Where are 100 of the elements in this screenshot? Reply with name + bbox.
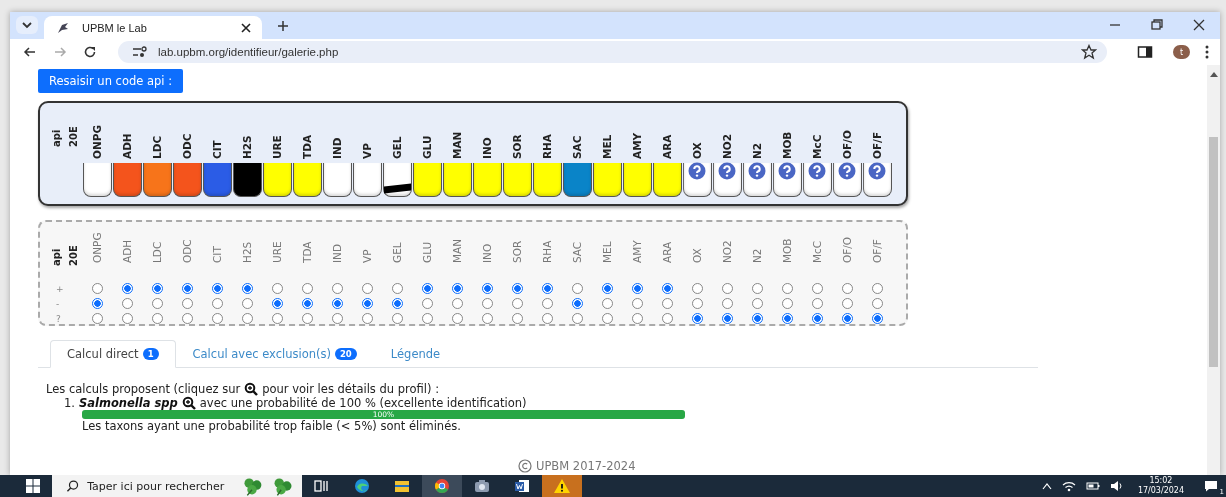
clock-date[interactable]: 17/03/2024 bbox=[1137, 486, 1184, 496]
warning-icon[interactable] bbox=[553, 477, 571, 495]
taxon-link[interactable]: Salmonella spp bbox=[79, 396, 178, 410]
radio-button[interactable] bbox=[721, 283, 733, 294]
radio-button[interactable] bbox=[541, 283, 553, 294]
radio-button[interactable] bbox=[241, 283, 253, 294]
radio-button[interactable] bbox=[751, 313, 763, 324]
radio-button[interactable] bbox=[751, 298, 763, 309]
side-panel-icon[interactable] bbox=[1137, 45, 1153, 59]
radio-button[interactable] bbox=[421, 313, 433, 324]
radio-button[interactable] bbox=[601, 313, 613, 324]
radio-button[interactable] bbox=[151, 313, 163, 324]
radio-button[interactable] bbox=[511, 283, 523, 294]
radio-button[interactable] bbox=[481, 283, 493, 294]
radio-button[interactable] bbox=[691, 298, 703, 309]
scrollbar[interactable] bbox=[1207, 65, 1220, 475]
radio-button[interactable] bbox=[91, 283, 103, 294]
search-field[interactable]: Taper ici pour rechercher bbox=[85, 478, 231, 494]
browser-wave-icon[interactable] bbox=[353, 477, 371, 495]
radio-button[interactable] bbox=[781, 298, 793, 309]
radio-button[interactable] bbox=[451, 283, 463, 294]
radio-button[interactable] bbox=[181, 283, 193, 294]
tab-list-icon[interactable] bbox=[16, 16, 38, 34]
radio-button[interactable] bbox=[271, 313, 283, 324]
radio-button[interactable] bbox=[661, 313, 673, 324]
reenter-button[interactable]: Resaisir un code api : bbox=[38, 69, 184, 93]
radio-button[interactable] bbox=[781, 313, 793, 324]
radio-button[interactable] bbox=[541, 313, 553, 324]
profile-avatar[interactable]: t bbox=[1173, 45, 1190, 59]
site-settings-icon[interactable] bbox=[132, 46, 148, 58]
radio-button[interactable] bbox=[661, 298, 673, 309]
radio-button[interactable] bbox=[841, 283, 853, 294]
radio-button[interactable] bbox=[691, 283, 703, 294]
radio-button[interactable] bbox=[211, 283, 223, 294]
address-bar[interactable]: lab.upbm.org/identifieur/galerie.php bbox=[118, 41, 1107, 63]
radio-button[interactable] bbox=[721, 298, 733, 309]
radio-button[interactable] bbox=[241, 313, 253, 324]
camera-icon[interactable] bbox=[473, 477, 491, 495]
new-tab-icon[interactable] bbox=[276, 19, 290, 33]
radio-button[interactable] bbox=[91, 298, 103, 309]
radio-button[interactable] bbox=[751, 283, 763, 294]
radio-button[interactable] bbox=[301, 298, 313, 309]
radio-button[interactable] bbox=[481, 313, 493, 324]
radio-button[interactable] bbox=[361, 283, 373, 294]
radio-button[interactable] bbox=[91, 313, 103, 324]
radio-button[interactable] bbox=[871, 283, 883, 294]
radio-button[interactable] bbox=[481, 298, 493, 309]
radio-button[interactable] bbox=[811, 313, 823, 324]
radio-button[interactable] bbox=[781, 283, 793, 294]
radio-button[interactable] bbox=[661, 283, 673, 294]
radio-button[interactable] bbox=[361, 298, 373, 309]
radio-button[interactable] bbox=[121, 298, 133, 309]
radio-button[interactable] bbox=[631, 283, 643, 294]
radio-button[interactable] bbox=[601, 283, 613, 294]
document-icon[interactable] bbox=[513, 477, 531, 495]
windows-start-icon[interactable] bbox=[26, 479, 40, 493]
close-icon[interactable] bbox=[1192, 18, 1206, 32]
task-view-icon[interactable] bbox=[313, 477, 331, 495]
radio-button[interactable] bbox=[811, 283, 823, 294]
zoom-icon[interactable] bbox=[181, 396, 196, 410]
scroll-up-icon[interactable] bbox=[1209, 71, 1218, 77]
radio-button[interactable] bbox=[571, 283, 583, 294]
radio-button[interactable] bbox=[121, 313, 133, 324]
radio-button[interactable] bbox=[211, 298, 223, 309]
close-icon[interactable] bbox=[240, 21, 252, 34]
radio-button[interactable] bbox=[331, 283, 343, 294]
radio-button[interactable] bbox=[871, 313, 883, 324]
radio-button[interactable] bbox=[301, 283, 313, 294]
radio-button[interactable] bbox=[151, 283, 163, 294]
chevron-up-icon[interactable] bbox=[1041, 482, 1052, 490]
radio-button[interactable] bbox=[541, 298, 553, 309]
reload-icon[interactable] bbox=[82, 44, 98, 60]
scroll-thumb[interactable] bbox=[1209, 137, 1218, 367]
radio-button[interactable] bbox=[421, 283, 433, 294]
radio-button[interactable] bbox=[241, 298, 253, 309]
search-box[interactable]: Taper ici pour rechercher bbox=[52, 475, 302, 497]
radio-button[interactable] bbox=[511, 313, 523, 324]
radio-button[interactable] bbox=[331, 298, 343, 309]
radio-button[interactable] bbox=[511, 298, 523, 309]
radio-button[interactable] bbox=[811, 298, 823, 309]
radio-button[interactable] bbox=[571, 313, 583, 324]
radio-button[interactable] bbox=[841, 298, 853, 309]
clock-time[interactable]: 15:02 bbox=[1149, 476, 1173, 486]
tab[interactable]: Calcul direct 1 bbox=[50, 340, 176, 368]
restore-icon[interactable] bbox=[1150, 18, 1164, 32]
radio-button[interactable] bbox=[331, 313, 343, 324]
radio-button[interactable] bbox=[841, 313, 853, 324]
radio-button[interactable] bbox=[871, 298, 883, 309]
wifi-icon[interactable] bbox=[1061, 480, 1076, 492]
more-icon[interactable] bbox=[1204, 44, 1210, 60]
radio-button[interactable] bbox=[631, 313, 643, 324]
radio-button[interactable] bbox=[721, 313, 733, 324]
star-icon[interactable] bbox=[1081, 44, 1097, 60]
radio-button[interactable] bbox=[451, 298, 463, 309]
radio-button[interactable] bbox=[691, 313, 703, 324]
radio-button[interactable] bbox=[391, 283, 403, 294]
radio-button[interactable] bbox=[121, 283, 133, 294]
radio-button[interactable] bbox=[601, 298, 613, 309]
radio-button[interactable] bbox=[181, 298, 193, 309]
radio-button[interactable] bbox=[571, 298, 583, 309]
